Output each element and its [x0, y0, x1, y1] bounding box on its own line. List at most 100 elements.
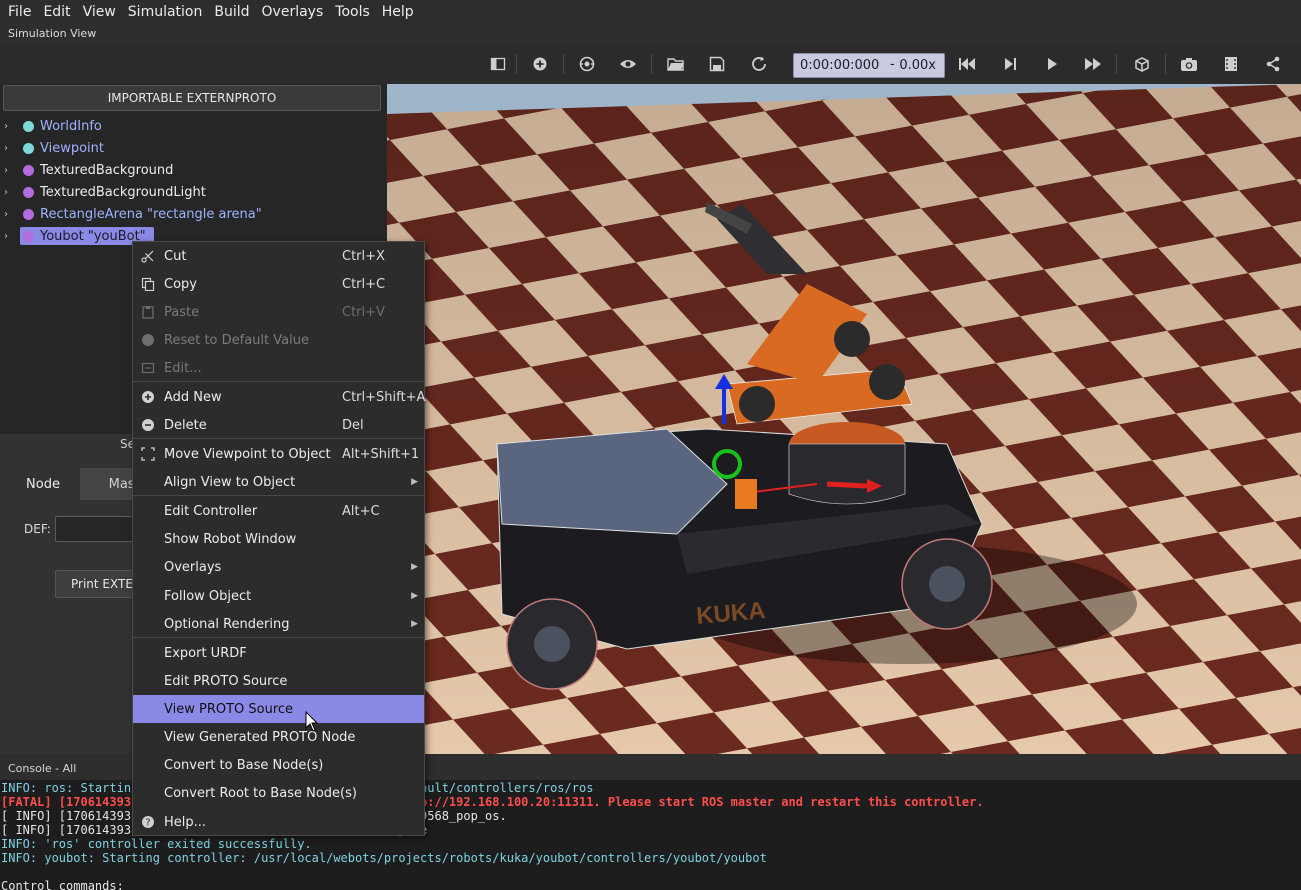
- menu-item-view-proto-source[interactable]: View PROTO Source: [133, 695, 424, 723]
- menu-simulation[interactable]: Simulation: [122, 0, 209, 24]
- tab-node[interactable]: Node: [6, 468, 80, 500]
- eye-icon[interactable]: [615, 52, 641, 76]
- menu-item-follow-object[interactable]: Follow Object ▶: [133, 582, 424, 610]
- movie-icon[interactable]: [1218, 52, 1244, 76]
- edit-icon: [140, 360, 156, 376]
- menu-file[interactable]: File: [2, 0, 37, 24]
- node-dot-icon: [23, 208, 34, 220]
- menu-item-label: Overlays: [164, 559, 222, 575]
- reset-viewpoint-icon[interactable]: [574, 52, 600, 76]
- menu-item-help[interactable]: ? Help...: [133, 808, 424, 836]
- reload-world-icon[interactable]: [746, 52, 772, 76]
- scene-tree-item-label: Youbot "youBot": [40, 228, 146, 244]
- menu-item-label: Follow Object: [164, 588, 252, 604]
- scene-tree-item-label: RectangleArena "rectangle arena": [40, 206, 262, 222]
- menu-bar: File Edit View Simulation Build Overlays…: [0, 0, 1301, 24]
- expand-arrow-icon[interactable]: ›: [4, 209, 12, 220]
- menu-item-label: View PROTO Source: [164, 701, 294, 717]
- menu-item-label: View Generated PROTO Node: [164, 729, 356, 745]
- menu-edit[interactable]: Edit: [37, 0, 76, 24]
- menu-item-move-viewpoint-to-object[interactable]: Move Viewpoint to Object Alt+Shift+1: [133, 440, 424, 468]
- menu-item-shortcut: Alt+Shift+1: [342, 446, 420, 462]
- scene-tree-item[interactable]: › RectangleArena "rectangle arena": [0, 203, 262, 225]
- view-box-icon[interactable]: [1129, 52, 1155, 76]
- screenshot-icon[interactable]: [1176, 52, 1202, 76]
- time-separator: -: [890, 57, 895, 72]
- add-node-icon[interactable]: [527, 52, 553, 76]
- open-world-icon[interactable]: [663, 52, 689, 76]
- menu-item-label: Reset to Default Value: [164, 332, 309, 348]
- focus-icon: [140, 446, 156, 462]
- menu-item-edit-controller[interactable]: Edit Controller Alt+C: [133, 497, 424, 525]
- menu-item-edit: Edit...: [133, 354, 424, 382]
- reset-icon: [140, 332, 156, 348]
- submenu-arrow-icon: ▶: [411, 562, 418, 572]
- simulation-time-display: 0:00:00:000 - 0.00x: [793, 53, 945, 78]
- menu-item-show-robot-window[interactable]: Show Robot Window: [133, 525, 424, 553]
- expand-arrow-icon[interactable]: ›: [4, 143, 12, 154]
- toggle-scene-tree-icon[interactable]: [485, 52, 511, 76]
- menu-separator: [133, 381, 424, 382]
- menu-item-label: Align View to Object: [164, 474, 296, 490]
- paste-icon: [140, 304, 156, 320]
- menu-item-label: Convert Root to Base Node(s): [164, 785, 357, 801]
- menu-item-optional-rendering[interactable]: Optional Rendering ▶: [133, 610, 424, 638]
- scene-tree-item[interactable]: › TexturedBackgroundLight: [0, 181, 206, 203]
- reset-simulation-icon[interactable]: [954, 52, 980, 76]
- scene-tree-item[interactable]: › Youbot "youBot": [0, 225, 154, 247]
- menu-item-paste: Paste Ctrl+V: [133, 298, 424, 326]
- menu-item-label: Export URDF: [164, 645, 247, 661]
- save-world-icon[interactable]: [704, 52, 730, 76]
- menu-item-convert-root-to-base-node-s[interactable]: Convert Root to Base Node(s): [133, 779, 424, 807]
- simulation-speed: 0.00x: [899, 58, 936, 73]
- menu-item-add-new[interactable]: Add New Ctrl+Shift+A: [133, 383, 425, 411]
- share-icon[interactable]: [1260, 52, 1286, 76]
- menu-item-cut[interactable]: Cut Ctrl+X: [133, 242, 424, 270]
- menu-overlays[interactable]: Overlays: [256, 0, 330, 24]
- menu-item-label: Edit...: [164, 360, 202, 376]
- scene-tree-item[interactable]: › Viewpoint: [0, 137, 104, 159]
- play-icon[interactable]: [1039, 52, 1065, 76]
- expand-arrow-icon[interactable]: ›: [4, 187, 12, 198]
- step-icon[interactable]: [997, 52, 1023, 76]
- menu-help[interactable]: Help: [376, 0, 420, 24]
- expand-arrow-icon[interactable]: ›: [4, 231, 12, 242]
- 3d-viewport[interactable]: KUKA: [387, 84, 1301, 754]
- node-dot-icon: [23, 120, 34, 132]
- menu-item-convert-to-base-node-s[interactable]: Convert to Base Node(s): [133, 751, 424, 779]
- menu-view[interactable]: View: [77, 0, 122, 24]
- menu-tools[interactable]: Tools: [329, 0, 376, 24]
- menu-item-align-view-to-object[interactable]: Align View to Object ▶: [133, 468, 424, 496]
- menu-item-export-urdf[interactable]: Export URDF: [133, 639, 424, 667]
- menu-item-label: Add New: [164, 389, 222, 405]
- expand-arrow-icon[interactable]: ›: [4, 165, 12, 176]
- scene-tree-item[interactable]: › TexturedBackground: [0, 159, 173, 181]
- mouse-cursor-icon: [305, 711, 319, 732]
- menu-build[interactable]: Build: [208, 0, 255, 24]
- menu-item-copy[interactable]: Copy Ctrl+C: [133, 270, 424, 298]
- menu-item-label: Convert to Base Node(s): [164, 757, 324, 773]
- scene-tree-item-label: Viewpoint: [40, 140, 105, 156]
- copy-icon: [140, 276, 156, 292]
- scene-tree-item-label: TexturedBackgroundLight: [40, 184, 206, 200]
- fast-forward-icon[interactable]: [1080, 52, 1106, 76]
- expand-arrow-icon[interactable]: ›: [4, 121, 12, 132]
- minus-icon: [140, 417, 156, 433]
- submenu-arrow-icon: ▶: [411, 477, 418, 487]
- menu-item-view-generated-proto-node[interactable]: View Generated PROTO Node: [133, 723, 424, 751]
- scene-tree-item-label: TexturedBackground: [40, 162, 174, 178]
- menu-item-label: Optional Rendering: [164, 616, 290, 632]
- node-dot-icon: [23, 230, 34, 242]
- simulation-view-title: Simulation View: [8, 27, 97, 40]
- menu-item-delete[interactable]: Delete Del: [133, 411, 424, 439]
- menu-separator: [133, 495, 424, 496]
- menu-item-overlays[interactable]: Overlays ▶: [133, 553, 424, 581]
- simulation-time: 0:00:00:000: [800, 58, 880, 73]
- scissors-icon: [140, 248, 156, 264]
- node-dot-icon: [23, 164, 34, 176]
- scene-tree-item[interactable]: › WorldInfo: [0, 115, 102, 137]
- importable-externproto-button[interactable]: IMPORTABLE EXTERNPROTO: [3, 85, 381, 111]
- menu-item-label: Delete: [164, 417, 207, 433]
- menu-item-edit-proto-source[interactable]: Edit PROTO Source: [133, 667, 424, 695]
